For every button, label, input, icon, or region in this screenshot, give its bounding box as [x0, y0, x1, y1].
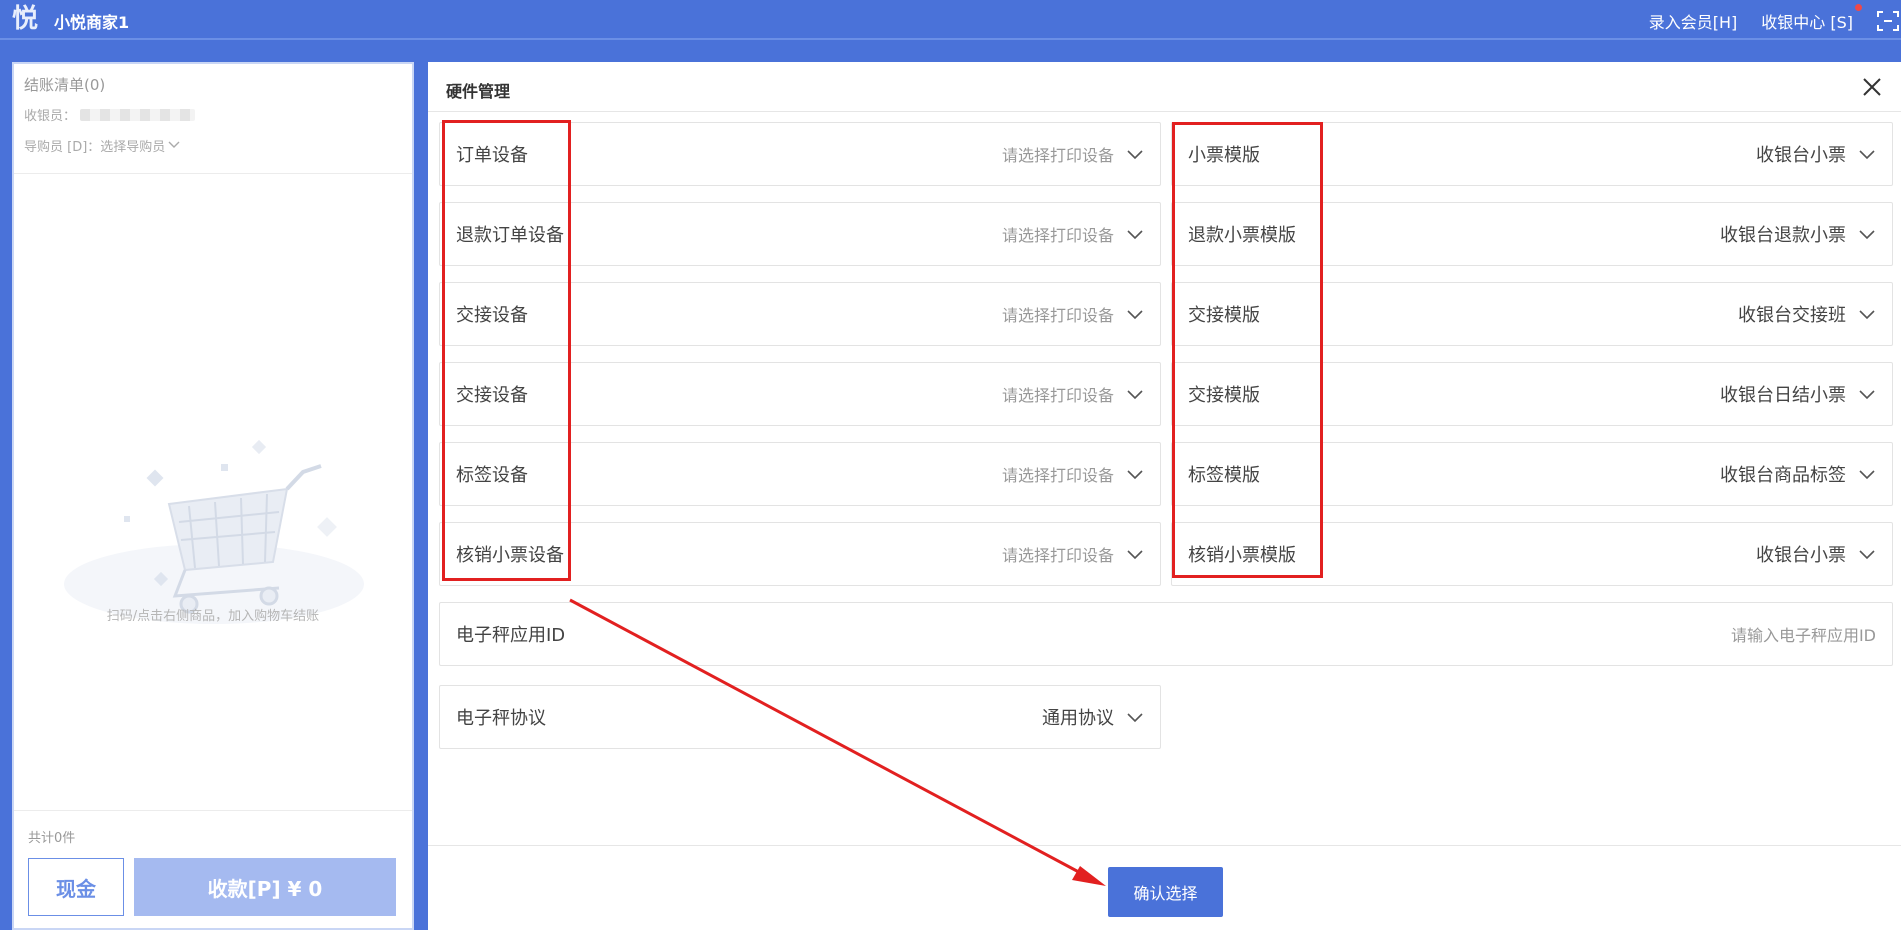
dialog-footer: 确认选择: [428, 845, 1901, 930]
scale-protocol-select[interactable]: 电子秤协议 通用协议: [439, 685, 1161, 749]
field-label: 交接模版: [1188, 305, 1260, 326]
refund-order-device-select[interactable]: 退款订单设备 请选择打印设备: [439, 202, 1161, 266]
label-template-select[interactable]: 标签模版 收银台商品标签: [1171, 442, 1893, 506]
field-value: 请选择打印设备: [1001, 386, 1114, 405]
hardware-management-dialog: 硬件管理 订单设备 请选择打印设备 退款订单设备 请选择打印设备 交接设备 请选…: [428, 62, 1901, 930]
chevron-down-icon: [1126, 465, 1144, 483]
field-value: 请选择打印设备: [1001, 466, 1114, 485]
app-logo: 悦: [12, 3, 44, 35]
chevron-down-icon: [1858, 225, 1876, 243]
cashier-name-redacted: [80, 108, 196, 121]
annotation-box-left: [442, 120, 571, 581]
field-value: 请选择打印设备: [1001, 226, 1114, 245]
field-label: 电子秤协议: [456, 708, 546, 729]
collect-payment-button[interactable]: 收款[P] ¥ 0: [134, 858, 396, 916]
field-label: 交接设备: [456, 385, 528, 406]
handover-device-select[interactable]: 交接设备 请选择打印设备: [439, 282, 1161, 346]
scale-app-id-placeholder: 请输入电子秤应用ID: [1730, 626, 1876, 645]
handover-template-select[interactable]: 交接模版 收银台交接班: [1171, 282, 1893, 346]
field-value: 收银台退款小票: [1720, 225, 1846, 246]
chevron-down-icon: [1126, 305, 1144, 323]
chevron-down-icon: [1126, 708, 1144, 726]
dialog-title: 硬件管理: [446, 82, 511, 101]
verification-receipt-device-select[interactable]: 核销小票设备 请选择打印设备: [439, 522, 1161, 586]
cashier-center-link[interactable]: 收银中心 [S]: [1761, 9, 1853, 33]
cash-button[interactable]: 现金: [28, 858, 124, 916]
top-bar: 悦 小悦商家1 录入会员[H] 收银中心 [S]: [0, 0, 1901, 40]
chevron-down-icon: [168, 138, 180, 153]
logo-glyph: 悦: [12, 4, 39, 34]
fullscreen-icon[interactable]: [1877, 11, 1899, 31]
chevron-down-icon: [1126, 545, 1144, 563]
field-value: 通用协议: [1042, 708, 1114, 729]
order-device-select[interactable]: 订单设备 请选择打印设备: [439, 122, 1161, 186]
item-count: 共计0件: [28, 831, 76, 846]
field-label: 退款小票模版: [1188, 225, 1296, 246]
field-label: 订单设备: [456, 145, 528, 166]
field-value: 收银台商品标签: [1720, 465, 1846, 486]
chevron-down-icon: [1858, 385, 1876, 403]
cashier-label: 收银员：: [24, 109, 77, 124]
verification-receipt-template-select[interactable]: 核销小票模版 收银台小票: [1171, 522, 1893, 586]
field-label: 退款订单设备: [456, 225, 564, 246]
checkout-panel: 结账清单(0) 收银员： 导购员 [D]：选择导购员 扫码/点击右侧商品，加入购…: [12, 62, 414, 930]
field-value: 收银台小票: [1756, 545, 1846, 566]
empty-cart-hint: 扫码/点击右侧商品，加入购物车结账: [106, 609, 320, 624]
notification-dot: [1855, 4, 1862, 11]
field-label: 交接模版: [1188, 385, 1260, 406]
label-device-select[interactable]: 标签设备 请选择打印设备: [439, 442, 1161, 506]
chevron-down-icon: [1858, 545, 1876, 563]
enter-member-link[interactable]: 录入会员[H]: [1649, 9, 1738, 33]
chevron-down-icon: [1858, 305, 1876, 323]
checkout-header: 结账清单(0) 收银员： 导购员 [D]：选择导购员: [14, 64, 412, 174]
annotation-box-right: [1172, 122, 1323, 578]
footer-buttons: 现金 收款[P] ¥ 0: [28, 858, 398, 916]
cashier-line: 收银员：: [24, 105, 402, 124]
field-value: 收银台日结小票: [1720, 385, 1846, 406]
checkout-title: 结账清单(0): [24, 76, 106, 94]
dialog-header: 硬件管理: [428, 62, 1901, 112]
guide-label: 导购员 [D]：选择导购员: [24, 140, 166, 155]
empty-cart-illustration: [64, 364, 374, 624]
chevron-down-icon: [1858, 465, 1876, 483]
field-label: 电子秤应用ID: [456, 625, 566, 646]
top-right-actions: 录入会员[H] 收银中心 [S]: [1649, 4, 1901, 33]
receipt-template-select[interactable]: 小票模版 收银台小票: [1171, 122, 1893, 186]
field-value: 请选择打印设备: [1001, 146, 1114, 165]
chevron-down-icon: [1858, 145, 1876, 163]
field-label: 核销小票设备: [456, 545, 564, 566]
checkout-footer: 共计0件 现金 收款[P] ¥ 0: [14, 810, 412, 928]
field-label: 核销小票模版: [1188, 545, 1296, 566]
field-value: 请选择打印设备: [1001, 546, 1114, 565]
chevron-down-icon: [1126, 385, 1144, 403]
chevron-down-icon: [1126, 225, 1144, 243]
field-label: 标签设备: [456, 465, 528, 486]
field-value: 收银台小票: [1756, 145, 1846, 166]
daily-settlement-template-select[interactable]: 交接模版 收银台日结小票: [1171, 362, 1893, 426]
field-value: 收银台交接班: [1738, 305, 1846, 326]
refund-receipt-template-select[interactable]: 退款小票模版 收银台退款小票: [1171, 202, 1893, 266]
field-value: 请选择打印设备: [1001, 306, 1114, 325]
confirm-selection-button[interactable]: 确认选择: [1108, 867, 1223, 917]
close-icon[interactable]: [1861, 76, 1883, 98]
scale-app-id-input[interactable]: 电子秤应用ID 请输入电子秤应用ID: [439, 602, 1893, 666]
guide-selector[interactable]: 导购员 [D]：选择导购员: [24, 136, 402, 155]
handover-device-select-2[interactable]: 交接设备 请选择打印设备: [439, 362, 1161, 426]
chevron-down-icon: [1126, 145, 1144, 163]
field-label: 小票模版: [1188, 145, 1260, 166]
app-name: 小悦商家1: [54, 13, 130, 32]
field-label: 交接设备: [456, 305, 528, 326]
field-label: 标签模版: [1188, 465, 1260, 486]
